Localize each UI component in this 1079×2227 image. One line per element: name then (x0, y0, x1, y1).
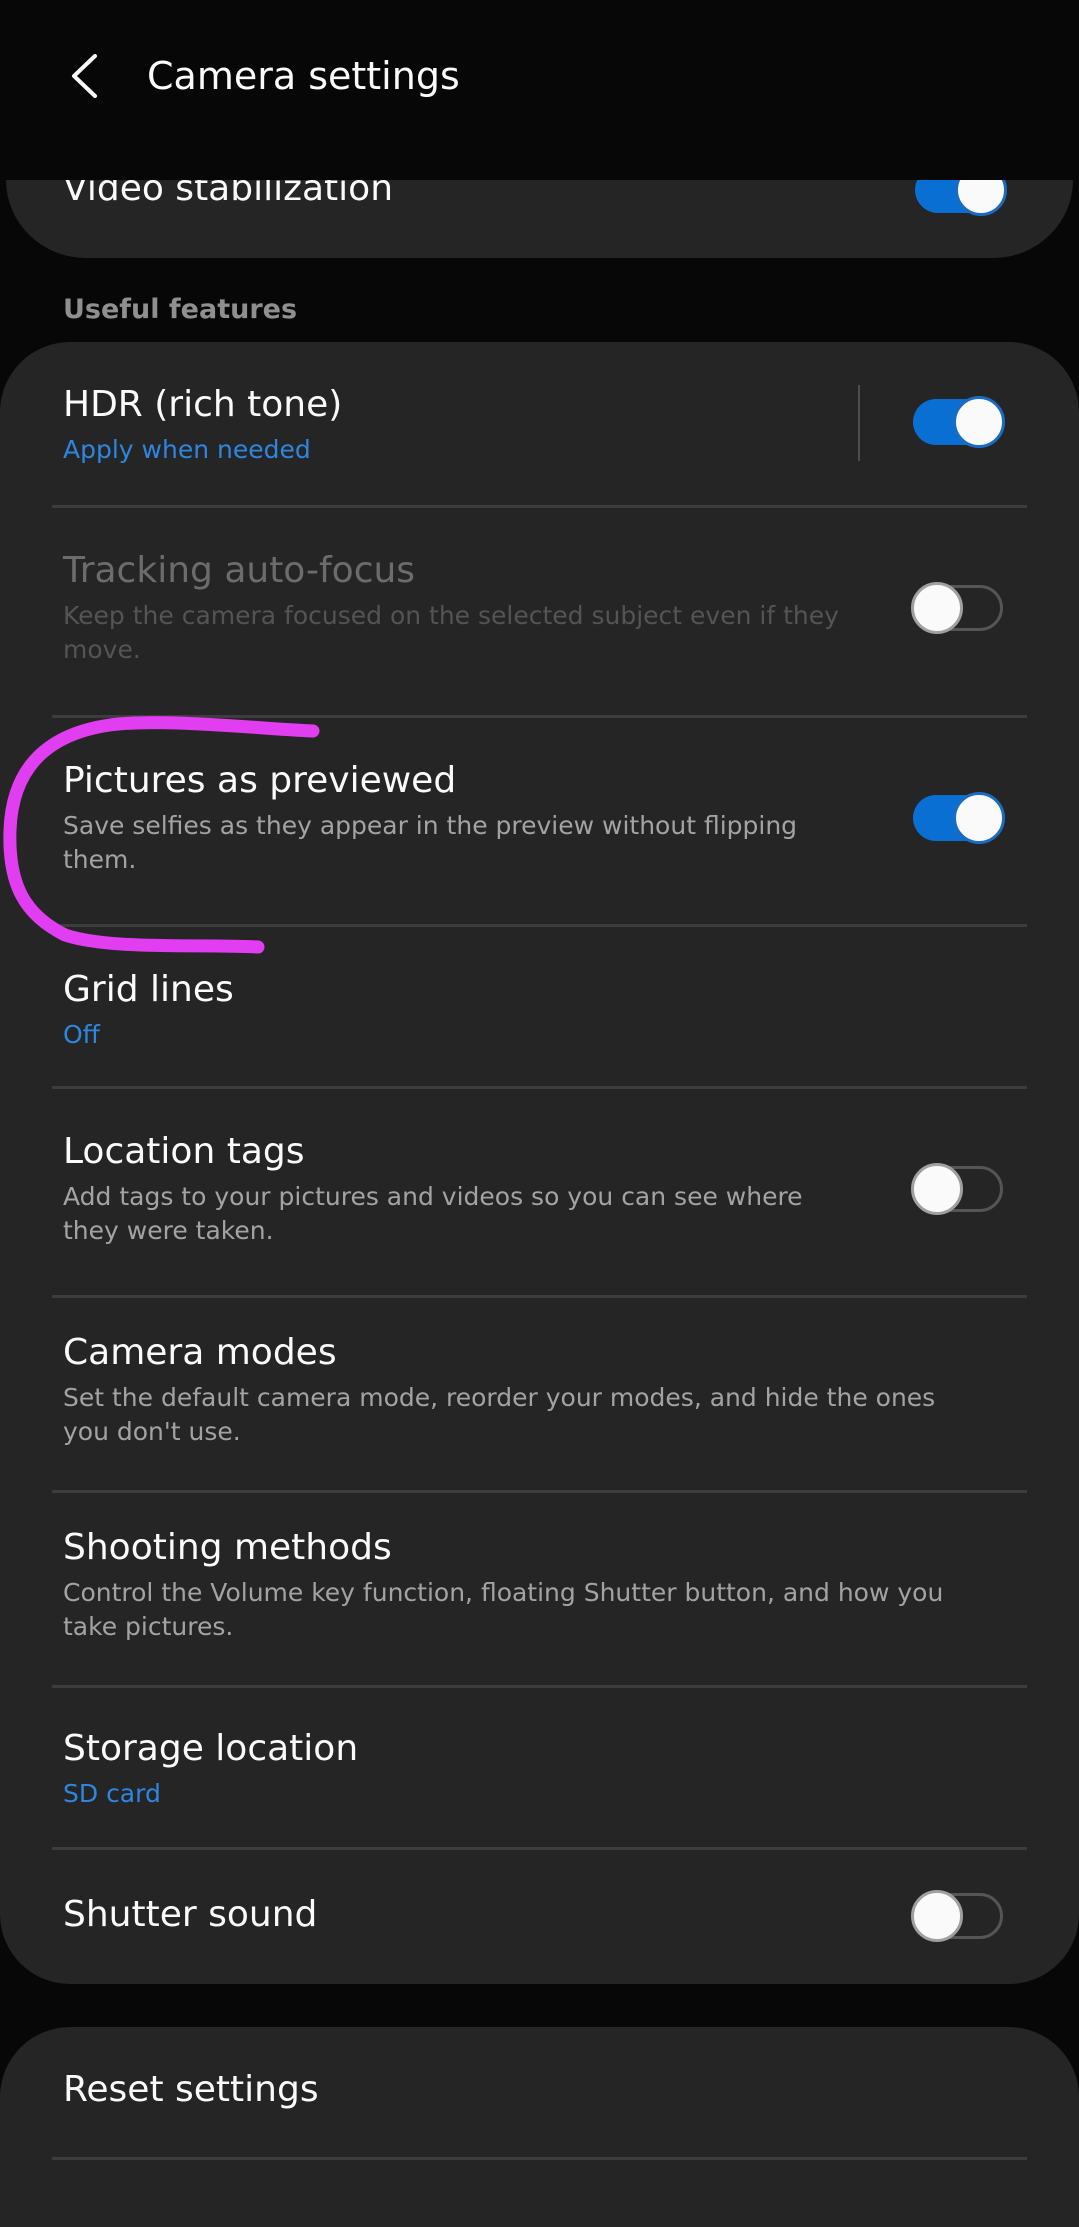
setting-row-location-tags[interactable]: Location tags Add tags to your pictures … (0, 1089, 1079, 1296)
vertical-separator (858, 385, 860, 461)
pictures-as-previewed-toggle[interactable] (911, 792, 1005, 844)
toggle-knob (911, 1163, 963, 1215)
page-title: Camera settings (147, 54, 460, 98)
setting-row-camera-modes[interactable]: Camera modes Set the default camera mode… (0, 1298, 1079, 1491)
setting-row-shooting-methods[interactable]: Shooting methods Control the Volume key … (0, 1493, 1079, 1686)
setting-value: Apply when needed (63, 435, 311, 464)
chevron-left-icon (72, 54, 97, 98)
setting-value: SD card (63, 1779, 161, 1808)
back-button[interactable] (56, 44, 112, 108)
app-bar: Camera settings (0, 0, 1079, 150)
setting-row-shutter-sound[interactable]: Shutter sound (0, 1850, 1079, 1984)
shutter-sound-toggle[interactable] (911, 1890, 1005, 1942)
setting-label: Shutter sound (63, 1894, 318, 1935)
setting-description: Control the Volume key function, floatin… (63, 1578, 944, 1641)
toggle-knob (953, 792, 1005, 844)
video-stabilization-toggle[interactable] (913, 180, 1007, 216)
useful-features-card: HDR (rich tone) Apply when needed Tracki… (0, 342, 1079, 1984)
section-header-useful-features: Useful features (63, 294, 298, 325)
setting-label: Camera modes (63, 1332, 337, 1373)
setting-label: Shooting methods (63, 1527, 392, 1568)
tracking-auto-focus-toggle[interactable] (911, 582, 1005, 634)
video-stabilization-card: Video stabilization (6, 180, 1073, 258)
setting-label: Location tags (63, 1131, 305, 1172)
setting-label: Grid lines (63, 969, 234, 1010)
setting-row-hdr[interactable]: HDR (rich tone) Apply when needed (0, 342, 1079, 507)
toggle-knob (911, 582, 963, 634)
toggle-knob (911, 1890, 963, 1942)
setting-row-tracking-auto-focus[interactable]: Tracking auto-focus Keep the camera focu… (0, 508, 1079, 715)
setting-description: Keep the camera focused on the selected … (63, 601, 839, 664)
setting-label: Pictures as previewed (63, 760, 457, 801)
setting-row-storage-location[interactable]: Storage location SD card (0, 1688, 1079, 1848)
setting-row-pictures-as-previewed[interactable]: Pictures as previewed Save selfies as th… (0, 718, 1079, 925)
reset-settings-label: Reset settings (63, 2069, 319, 2110)
setting-label: HDR (rich tone) (63, 384, 343, 425)
hdr-toggle[interactable] (911, 396, 1005, 448)
setting-value: Off (63, 1020, 100, 1049)
setting-description: Set the default camera mode, reorder you… (63, 1383, 936, 1446)
reset-card: Reset settings (0, 2027, 1079, 2227)
toggle-knob (953, 396, 1005, 448)
location-tags-toggle[interactable] (911, 1163, 1005, 1215)
setting-label: Storage location (63, 1728, 359, 1769)
reset-settings-row[interactable]: Reset settings (0, 2027, 1079, 2157)
setting-label: Tracking auto-focus (63, 550, 416, 591)
setting-description: Save selfies as they appear in the previ… (63, 811, 798, 874)
setting-description: Add tags to your pictures and videos so … (63, 1182, 803, 1245)
setting-row-grid-lines[interactable]: Grid lines Off (0, 927, 1079, 1087)
divider (52, 2157, 1027, 2160)
video-stabilization-label: Video stabilization (63, 180, 394, 209)
